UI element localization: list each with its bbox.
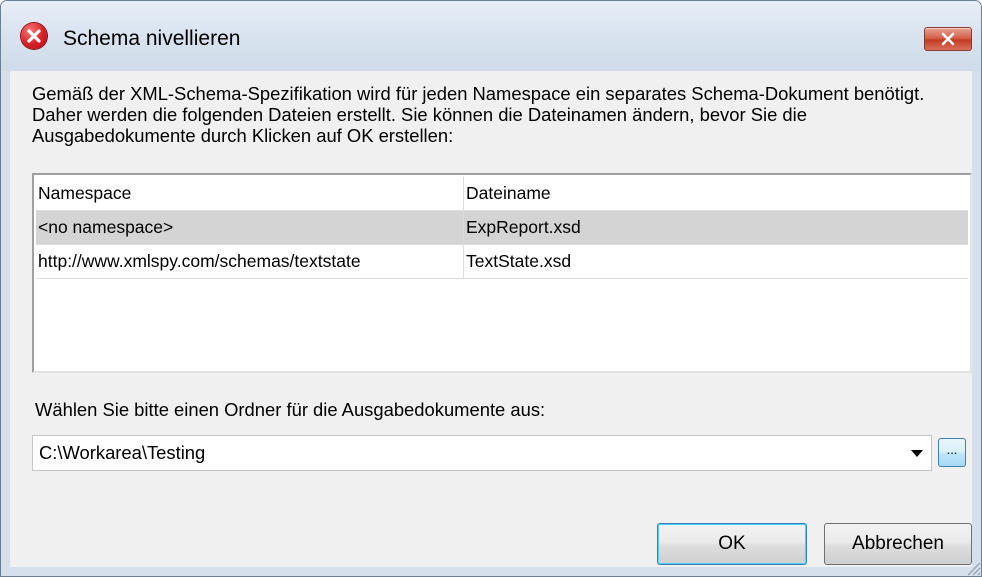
dialog-content: Gemäß der XML-Schema-Spezifikation wird … bbox=[10, 71, 972, 567]
window-frame bbox=[1, 71, 10, 576]
output-folder-value[interactable]: C:\Workarea\Testing bbox=[39, 436, 205, 470]
namespace-cell: <no namespace> bbox=[36, 211, 464, 244]
app-icon bbox=[21, 23, 47, 49]
title-bar[interactable]: Schema nivellieren bbox=[1, 1, 981, 71]
close-button[interactable] bbox=[924, 27, 972, 51]
table-row[interactable]: <no namespace> ExpReport.xsd bbox=[36, 211, 968, 245]
close-icon bbox=[941, 32, 955, 46]
column-header-namespace[interactable]: Namespace bbox=[36, 177, 464, 210]
resize-grip-icon[interactable] bbox=[965, 560, 981, 576]
filename-cell[interactable]: ExpReport.xsd bbox=[464, 211, 966, 244]
chevron-down-icon[interactable] bbox=[911, 450, 923, 457]
column-header-filename[interactable]: Dateiname bbox=[464, 177, 966, 210]
output-folder-combobox[interactable]: C:\Workarea\Testing bbox=[32, 435, 932, 471]
table-header-row: Namespace Dateiname bbox=[36, 177, 968, 211]
table-row[interactable]: http://www.xmlspy.com/schemas/textstate … bbox=[36, 245, 968, 279]
window-frame bbox=[1, 567, 981, 576]
cancel-button[interactable]: Abbrechen bbox=[824, 523, 972, 565]
dialog-window: Schema nivellieren Gemäß der XML-Schema-… bbox=[0, 0, 982, 577]
window-frame bbox=[972, 71, 981, 576]
filename-cell[interactable]: TextState.xsd bbox=[464, 245, 966, 278]
window-title: Schema nivellieren bbox=[63, 27, 241, 50]
intro-text: Gemäß der XML-Schema-Spezifikation wird … bbox=[32, 83, 925, 146]
namespace-table[interactable]: Namespace Dateiname <no namespace> ExpRe… bbox=[32, 173, 972, 373]
output-folder-label: Wählen Sie bitte einen Ordner für die Au… bbox=[35, 399, 546, 420]
namespace-cell: http://www.xmlspy.com/schemas/textstate bbox=[36, 245, 464, 278]
ok-button[interactable]: OK bbox=[657, 523, 807, 565]
browse-button[interactable]: ... bbox=[938, 438, 966, 467]
